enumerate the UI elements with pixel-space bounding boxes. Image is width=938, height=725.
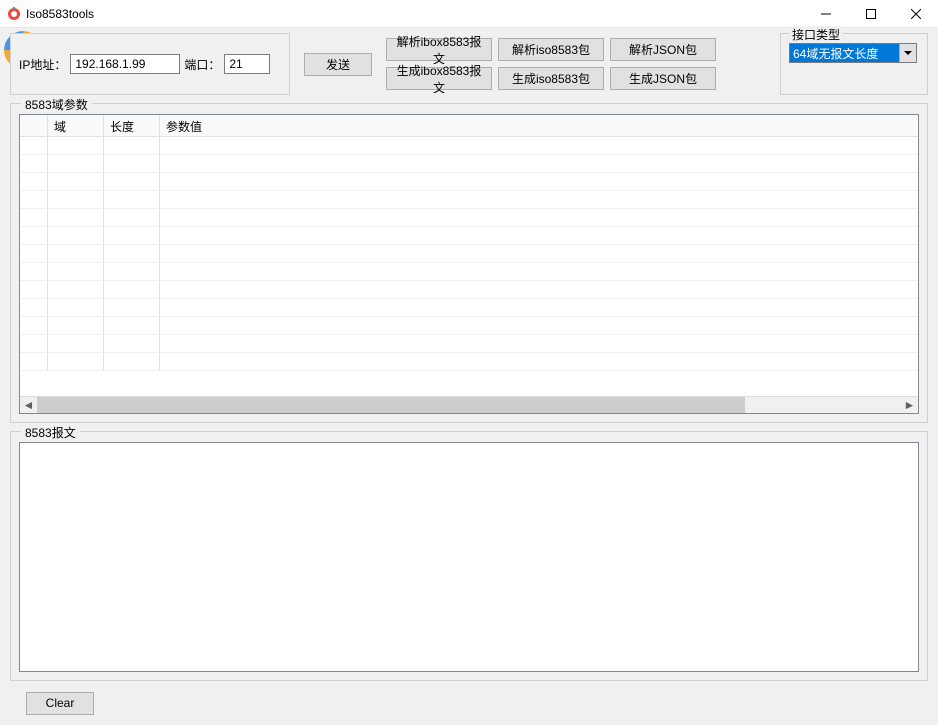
col-header-blank[interactable] <box>20 115 48 136</box>
parse-ibox-button[interactable]: 解析ibox8583报文 <box>386 38 492 61</box>
window-controls <box>803 0 938 27</box>
ip-label: IP地址： <box>19 56 66 73</box>
top-controls-row: IP地址： 端口： 发送 解析ibox8583报文 解析iso8583包 解析J… <box>10 33 928 95</box>
interface-type-group: 接口类型 64域无报文长度 <box>780 33 928 95</box>
field-params-group: 8583域参数 域 长度 参数值 <box>10 103 928 423</box>
scroll-right-icon[interactable]: ► <box>901 397 918 414</box>
parse-json-button[interactable]: 解析JSON包 <box>610 38 716 61</box>
window-title: Iso8583tools <box>26 7 803 21</box>
table-row[interactable] <box>20 353 918 371</box>
minimize-button[interactable] <box>803 0 848 28</box>
bottom-row: Clear <box>10 689 928 717</box>
port-input[interactable] <box>224 54 270 74</box>
gen-ibox-button[interactable]: 生成ibox8583报文 <box>386 67 492 90</box>
interface-type-combo[interactable]: 64域无报文长度 <box>789 43 917 63</box>
table-row[interactable] <box>20 317 918 335</box>
app-icon <box>6 6 22 22</box>
table-row[interactable] <box>20 137 918 155</box>
table-row[interactable] <box>20 209 918 227</box>
send-button[interactable]: 发送 <box>304 53 372 76</box>
message-textarea[interactable] <box>19 442 919 672</box>
action-buttons-grid: 解析ibox8583报文 解析iso8583包 解析JSON包 生成ibox85… <box>386 33 716 95</box>
params-grid-header: 域 长度 参数值 <box>20 115 918 137</box>
horizontal-scrollbar[interactable]: ◄ ► <box>20 396 918 413</box>
scroll-left-icon[interactable]: ◄ <box>20 397 37 414</box>
scrollbar-thumb[interactable] <box>37 397 745 414</box>
parse-iso-button[interactable]: 解析iso8583包 <box>498 38 604 61</box>
message-group: 8583报文 <box>10 431 928 681</box>
message-legend: 8583报文 <box>21 424 80 441</box>
gen-iso-button[interactable]: 生成iso8583包 <box>498 67 604 90</box>
chevron-down-icon <box>899 44 916 62</box>
table-row[interactable] <box>20 173 918 191</box>
table-row[interactable] <box>20 299 918 317</box>
params-grid[interactable]: 域 长度 参数值 ◄ ► <box>19 114 919 414</box>
table-row[interactable] <box>20 245 918 263</box>
col-header-field[interactable]: 域 <box>48 115 104 136</box>
params-grid-body[interactable] <box>20 137 918 396</box>
port-label: 端口： <box>184 56 220 73</box>
maximize-button[interactable] <box>848 0 893 28</box>
table-row[interactable] <box>20 281 918 299</box>
col-header-length[interactable]: 长度 <box>104 115 160 136</box>
scrollbar-track[interactable] <box>37 397 901 414</box>
gen-json-button[interactable]: 生成JSON包 <box>610 67 716 90</box>
col-header-value[interactable]: 参数值 <box>160 115 918 136</box>
clear-button[interactable]: Clear <box>26 692 94 715</box>
ip-input[interactable] <box>70 54 180 74</box>
table-row[interactable] <box>20 155 918 173</box>
interface-type-legend: 接口类型 <box>789 26 843 43</box>
titlebar: Iso8583tools <box>0 0 938 28</box>
close-button[interactable] <box>893 0 938 28</box>
table-row[interactable] <box>20 335 918 353</box>
table-row[interactable] <box>20 263 918 281</box>
table-row[interactable] <box>20 227 918 245</box>
send-column: 发送 <box>296 33 380 95</box>
interface-type-selected: 64域无报文长度 <box>790 44 899 62</box>
table-row[interactable] <box>20 191 918 209</box>
client-area: IP地址： 端口： 发送 解析ibox8583报文 解析iso8583包 解析J… <box>0 28 938 725</box>
ip-port-group: IP地址： 端口： <box>10 33 290 95</box>
field-params-legend: 8583域参数 <box>21 96 92 113</box>
